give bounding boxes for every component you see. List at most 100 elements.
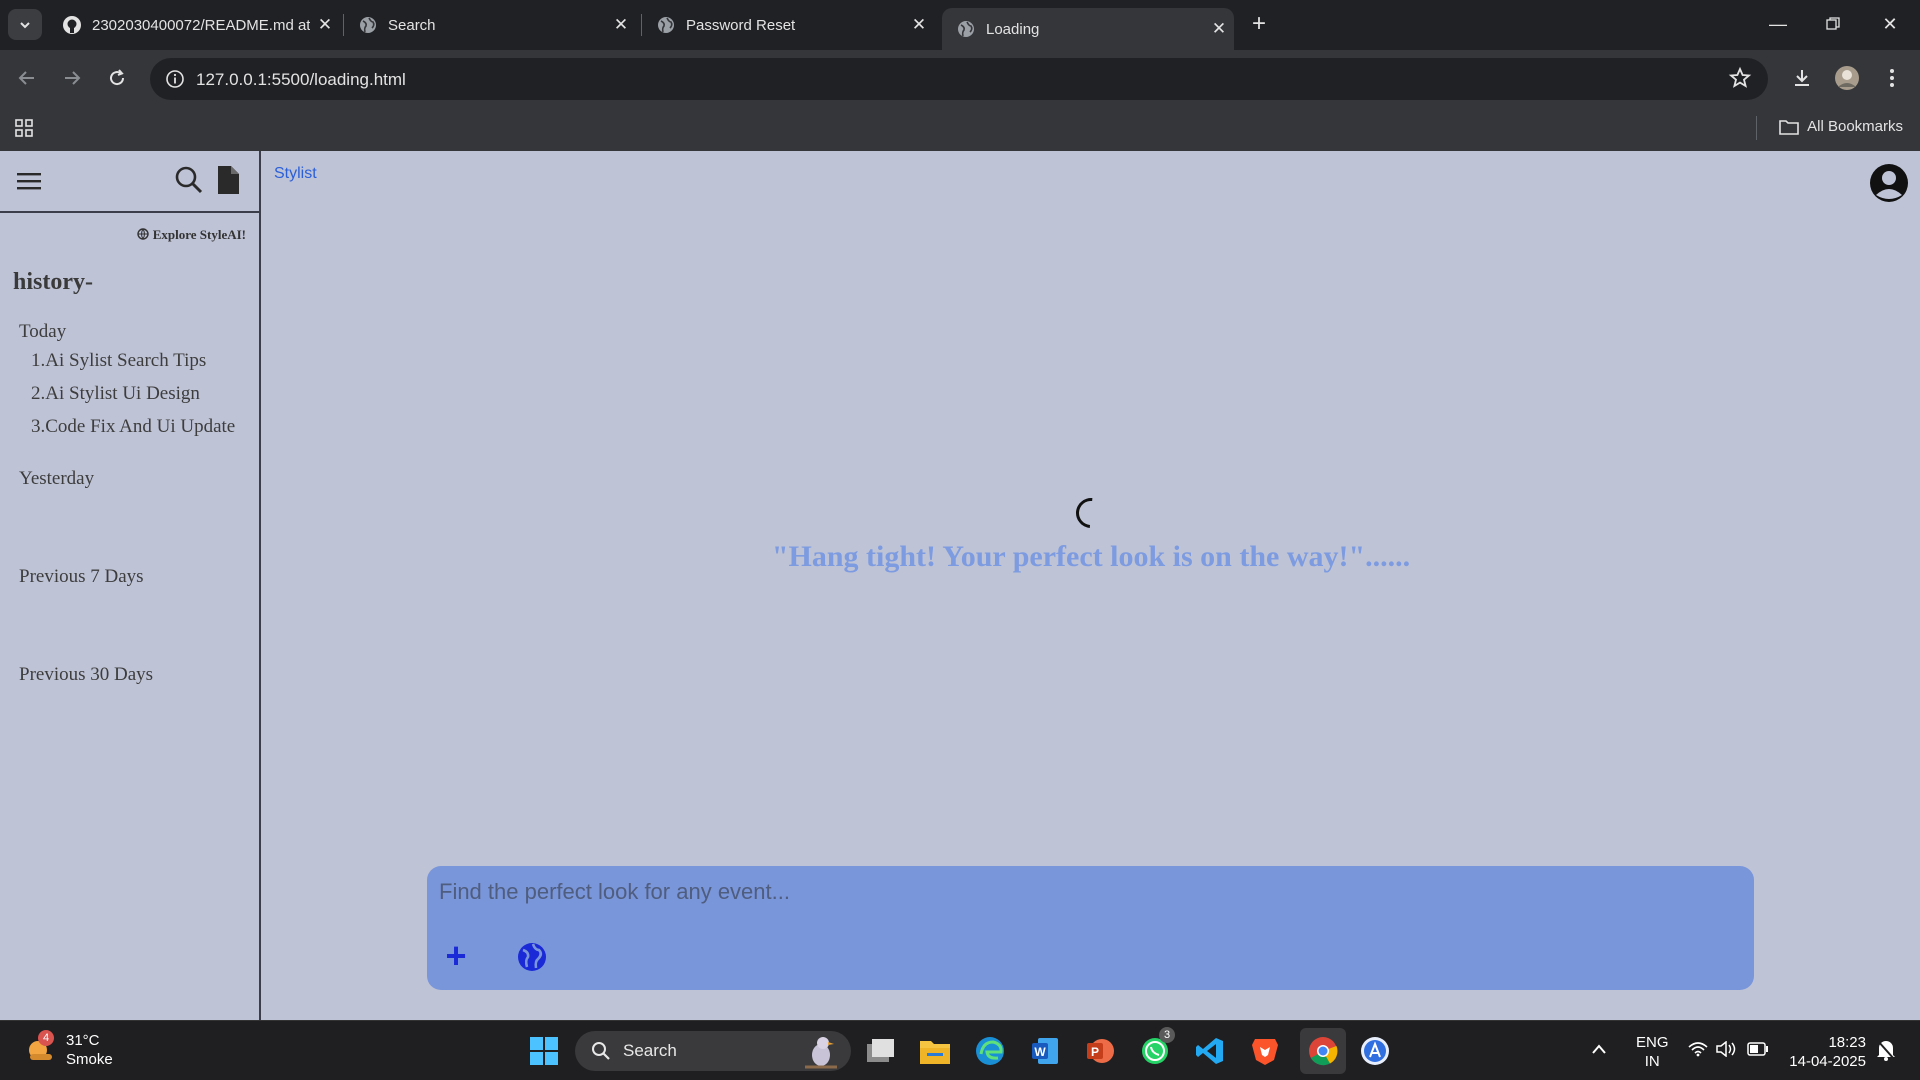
browser-tabstrip: 2302030400072/README.md at ✕ Search ✕ Pa… bbox=[0, 0, 1920, 50]
hamburger-menu-icon[interactable] bbox=[16, 168, 44, 196]
close-tab-icon[interactable]: ✕ bbox=[904, 15, 934, 35]
app-store-button[interactable] bbox=[1355, 1031, 1395, 1071]
new-document-icon[interactable] bbox=[216, 165, 242, 195]
brave-button[interactable] bbox=[1245, 1031, 1285, 1071]
loading-message: "Hang tight! Your perfect look is on the… bbox=[771, 540, 1411, 573]
chrome-button[interactable] bbox=[1300, 1028, 1346, 1074]
show-hidden-icons-button[interactable] bbox=[1591, 1041, 1607, 1060]
minimize-button[interactable]: — bbox=[1758, 8, 1798, 40]
history-item[interactable]: 3.Code Fix And Ui Update bbox=[31, 416, 235, 438]
tab-search[interactable]: Search ✕ bbox=[344, 8, 636, 42]
file-explorer-button[interactable] bbox=[915, 1031, 955, 1071]
chrome-icon bbox=[1309, 1037, 1338, 1066]
stylist-brand-link[interactable]: Stylist bbox=[274, 165, 317, 183]
history-group-previous-30-days: Previous 30 Days bbox=[19, 664, 154, 685]
weather-sun-icon: 4 bbox=[24, 1030, 56, 1066]
url-text[interactable]: 127.0.0.1:5500/loading.html bbox=[196, 70, 406, 90]
all-bookmarks-button[interactable]: All Bookmarks bbox=[1779, 118, 1903, 135]
loading-section: "Hang tight! Your perfect look is on the… bbox=[262, 491, 1920, 574]
history-item[interactable]: 2.Ai Stylist Ui Design bbox=[31, 383, 200, 405]
vscode-icon bbox=[1196, 1038, 1223, 1064]
notifications-bell-icon[interactable] bbox=[1876, 1039, 1896, 1066]
apps-button[interactable] bbox=[6, 110, 42, 146]
profile-photo-icon bbox=[1835, 66, 1859, 90]
close-tab-icon[interactable]: ✕ bbox=[1204, 19, 1234, 39]
restore-icon bbox=[1826, 17, 1840, 30]
wifi-icon[interactable] bbox=[1688, 1041, 1708, 1062]
weather-desc: Smoke bbox=[66, 1051, 113, 1068]
back-button[interactable] bbox=[9, 60, 45, 96]
battery-icon[interactable] bbox=[1747, 1042, 1769, 1061]
arrow-right-icon bbox=[65, 71, 81, 85]
clock-date: 14-04-2025 bbox=[1789, 1053, 1866, 1070]
arrow-left-icon bbox=[18, 71, 34, 85]
clock[interactable]: 18:23 14-04-2025 bbox=[1786, 1033, 1866, 1071]
history-group-previous-7-days: Previous 7 Days bbox=[19, 566, 144, 587]
taskbar-search[interactable]: Search bbox=[575, 1031, 851, 1071]
taskbar-search-label: Search bbox=[623, 1041, 677, 1060]
downloads-button[interactable] bbox=[1784, 60, 1820, 96]
search-icon[interactable] bbox=[174, 165, 204, 195]
globe-icon bbox=[956, 19, 976, 39]
reload-button[interactable] bbox=[99, 60, 135, 96]
history-group-today: Today bbox=[19, 321, 67, 342]
user-account-icon[interactable] bbox=[1869, 163, 1909, 203]
history-item[interactable]: 1.Ai Sylist Search Tips bbox=[31, 350, 206, 372]
bookmarks-divider bbox=[1756, 116, 1757, 140]
sidebar-header bbox=[0, 151, 259, 213]
tab-loading[interactable]: Loading ✕ bbox=[942, 8, 1234, 50]
new-tab-button[interactable]: + bbox=[1244, 10, 1274, 40]
tab-search-button[interactable] bbox=[8, 9, 42, 40]
explore-label: Explore StyleAI! bbox=[152, 227, 246, 242]
explore-styleai-link[interactable]: Explore StyleAI! bbox=[137, 227, 246, 243]
windows-logo-icon bbox=[530, 1037, 558, 1065]
close-tab-icon[interactable]: ✕ bbox=[606, 15, 636, 35]
bird-illustration-icon bbox=[805, 1037, 837, 1069]
history-heading: history- bbox=[13, 269, 93, 295]
loading-spinner-icon bbox=[1069, 491, 1113, 535]
look-search-input[interactable] bbox=[439, 874, 1739, 910]
brave-browser-icon bbox=[1252, 1039, 1278, 1065]
tab-password-reset[interactable]: Password Reset ✕ bbox=[642, 8, 934, 42]
lang-bottom: IN bbox=[1644, 1053, 1660, 1070]
address-bar[interactable]: 127.0.0.1:5500/loading.html bbox=[150, 58, 1768, 100]
tab-title: Search bbox=[388, 16, 436, 34]
kebab-menu-icon bbox=[1890, 69, 1894, 87]
bookmarks-bar: All Bookmarks bbox=[0, 106, 1920, 151]
close-tab-icon[interactable]: ✕ bbox=[310, 15, 340, 35]
site-info-icon[interactable] bbox=[160, 64, 190, 94]
app-store-icon bbox=[1361, 1037, 1389, 1065]
chevron-down-icon bbox=[20, 21, 30, 28]
download-icon bbox=[1795, 70, 1809, 86]
word-button[interactable]: W bbox=[1025, 1031, 1065, 1071]
close-window-button[interactable]: ✕ bbox=[1870, 8, 1910, 40]
word-icon: W bbox=[1032, 1038, 1058, 1064]
bookmark-star-icon[interactable] bbox=[1728, 66, 1754, 92]
whatsapp-button[interactable]: 3 bbox=[1135, 1027, 1175, 1071]
restore-button[interactable] bbox=[1813, 8, 1853, 40]
edge-browser-icon bbox=[976, 1037, 1004, 1065]
weather-widget[interactable]: 4 31°C Smoke bbox=[24, 1030, 113, 1069]
weather-badge: 4 bbox=[38, 1030, 54, 1046]
tab-github-readme[interactable]: 2302030400072/README.md at ✕ bbox=[48, 8, 340, 42]
edge-button[interactable] bbox=[970, 1031, 1010, 1071]
globe-icon bbox=[656, 15, 676, 35]
task-view-button[interactable] bbox=[861, 1031, 901, 1071]
browser-menu-button[interactable] bbox=[1874, 60, 1910, 96]
add-attachment-button[interactable]: + bbox=[441, 938, 471, 974]
forward-button[interactable] bbox=[54, 60, 90, 96]
powerpoint-button[interactable]: P bbox=[1080, 1031, 1120, 1071]
start-button[interactable] bbox=[524, 1031, 564, 1071]
globe-icon[interactable] bbox=[517, 942, 547, 972]
svg-text:P: P bbox=[1091, 1045, 1099, 1059]
globe-small-icon bbox=[137, 227, 152, 242]
folder-icon bbox=[1779, 119, 1799, 135]
lang-top: ENG bbox=[1636, 1034, 1669, 1051]
volume-icon[interactable] bbox=[1716, 1040, 1738, 1062]
apps-grid-icon bbox=[15, 119, 33, 137]
language-indicator[interactable]: ENG IN bbox=[1636, 1033, 1669, 1071]
all-bookmarks-label: All Bookmarks bbox=[1807, 118, 1903, 135]
history-group-yesterday: Yesterday bbox=[19, 468, 95, 489]
profile-avatar[interactable] bbox=[1829, 60, 1865, 96]
vscode-button[interactable] bbox=[1190, 1031, 1230, 1071]
